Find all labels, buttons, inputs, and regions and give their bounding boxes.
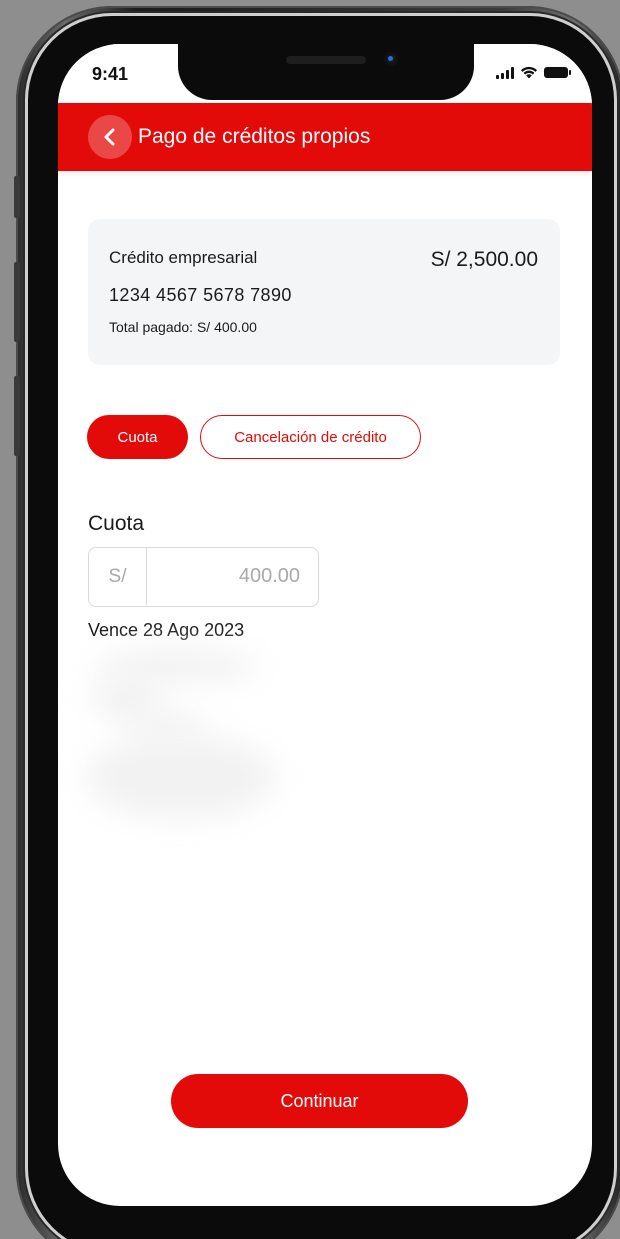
credit-total-paid: Total pagado: S/ 400.00 bbox=[109, 319, 257, 335]
phone-screen: 9:41 Pago de créditos propios Crédito em… bbox=[58, 44, 592, 1206]
option-cancelacion-chip[interactable]: Cancelación de crédito bbox=[200, 415, 421, 459]
option-cuota-chip[interactable]: Cuota bbox=[87, 415, 188, 459]
cellular-signal-icon bbox=[496, 66, 514, 79]
currency-prefix: S/ bbox=[89, 548, 147, 605]
device-mockup: 9:41 Pago de créditos propios Crédito em… bbox=[0, 0, 620, 1239]
side-button-volume-down bbox=[14, 376, 20, 456]
status-icons bbox=[496, 66, 571, 79]
credit-name: Crédito empresarial bbox=[109, 248, 258, 267]
page-title: Pago de créditos propios bbox=[138, 125, 371, 148]
battery-icon bbox=[544, 67, 571, 78]
continue-button[interactable]: Continuar bbox=[171, 1074, 468, 1128]
due-date-text: Vence 28 Ago 2023 bbox=[88, 620, 245, 640]
installment-amount-value[interactable]: 400.00 bbox=[239, 565, 300, 588]
app-header: Pago de créditos propios bbox=[58, 103, 592, 171]
earpiece-speaker bbox=[286, 56, 366, 64]
back-button[interactable] bbox=[88, 115, 132, 159]
notch bbox=[178, 44, 474, 100]
wifi-icon bbox=[521, 66, 537, 79]
installment-amount-input[interactable]: S/ 400.00 bbox=[88, 547, 319, 607]
front-camera bbox=[384, 52, 398, 66]
installment-title: Cuota bbox=[88, 512, 145, 535]
status-time: 9:41 bbox=[92, 64, 129, 84]
blurred-placeholder bbox=[86, 734, 276, 820]
credit-amount: S/ 2,500.00 bbox=[430, 248, 538, 271]
side-button-silent bbox=[14, 176, 20, 218]
credit-number: 1234 4567 5678 7890 bbox=[109, 285, 292, 305]
credit-summary-card: Crédito empresarial S/ 2,500.00 1234 456… bbox=[88, 219, 560, 365]
chevron-left-icon bbox=[104, 128, 115, 146]
side-button-volume-up bbox=[14, 262, 20, 342]
